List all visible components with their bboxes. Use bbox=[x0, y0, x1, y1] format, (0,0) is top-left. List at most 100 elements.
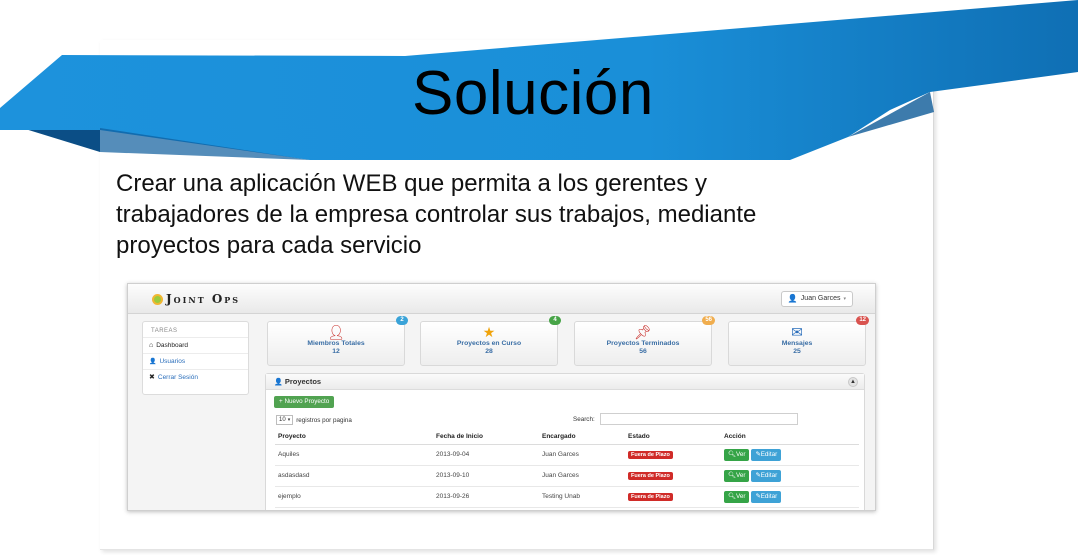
search-input[interactable] bbox=[600, 413, 798, 425]
page-length-select[interactable]: 10 ▾ bbox=[276, 415, 294, 425]
user-menu-dropdown[interactable]: 👤 Juan Garces ▾ bbox=[780, 291, 853, 307]
new-project-label: Nuevo Proyecto bbox=[284, 398, 330, 405]
cell-estado: Fuera de Plazo bbox=[625, 486, 721, 508]
logo-mark-icon bbox=[152, 293, 163, 305]
sidebar-item-label: Usuarios bbox=[159, 357, 186, 365]
edit-button[interactable]: ✎Editar bbox=[751, 448, 782, 461]
search-icon: 🔍︎ bbox=[728, 492, 736, 500]
slide-title: Solución bbox=[412, 59, 654, 128]
column-header[interactable]: Proyecto bbox=[275, 430, 433, 445]
stat-value: 28 bbox=[485, 348, 493, 355]
stat-value: 56 bbox=[639, 348, 647, 355]
stat-badge: 2 bbox=[396, 316, 408, 325]
status-badge: Fuera de Plazo bbox=[628, 472, 673, 480]
slide-body-text: Crear una aplicación WEB que permita a l… bbox=[116, 170, 757, 259]
cell-encargado: Juan Garces bbox=[539, 465, 625, 487]
view-button-label: Ver bbox=[736, 450, 746, 458]
sidebar-item-label: Dashboard bbox=[156, 341, 189, 349]
stat-label: Mensajes bbox=[781, 340, 813, 347]
status-badge: Fuera de Plazo bbox=[628, 451, 673, 459]
home-icon: ⌂ bbox=[149, 341, 154, 349]
star-icon: ★ bbox=[482, 324, 496, 340]
cell-proyecto: asdasdasd bbox=[275, 465, 433, 487]
table-header-row: Proyecto Fecha de Inicio Encargado Estad… bbox=[275, 430, 859, 445]
status-badge: Fuera de Plazo bbox=[628, 493, 673, 501]
cell-encargado: Testing Unab bbox=[539, 486, 625, 508]
cell-estado: Fuera de Plazo bbox=[625, 465, 721, 487]
panel-title: Proyectos bbox=[284, 377, 322, 386]
sidebar-item-label: Cerrar Sesión bbox=[157, 373, 198, 381]
sidebar-heading: TAREAS bbox=[151, 328, 178, 334]
panel-header: 👤 Proyectos ▲ bbox=[266, 374, 864, 390]
edit-button-label: Editar bbox=[760, 471, 778, 479]
projects-table: Proyecto Fecha de Inicio Encargado Estad… bbox=[275, 430, 859, 508]
sidebar: TAREAS ⌂ Dashboard 👤 Usuarios ✖ Cerrar S… bbox=[142, 321, 249, 395]
cell-estado: Fuera de Plazo bbox=[625, 444, 721, 466]
sidebar-item-dashboard[interactable]: ⌂ Dashboard bbox=[143, 337, 248, 353]
plus-icon: + bbox=[279, 398, 283, 405]
column-header[interactable]: Acción bbox=[721, 430, 859, 445]
view-button-label: Ver bbox=[736, 471, 746, 479]
user-icon: 👤︎ bbox=[327, 324, 345, 340]
user-menu-label: Juan Garces bbox=[800, 295, 841, 302]
chevron-up-icon[interactable]: ▲ bbox=[848, 377, 858, 387]
cell-fecha: 2013-09-26 bbox=[433, 486, 539, 508]
edit-button[interactable]: ✎Editar bbox=[751, 490, 782, 503]
cell-fecha: 2013-09-04 bbox=[433, 444, 539, 466]
search-label: Search: bbox=[573, 416, 595, 423]
edit-button-label: Editar bbox=[760, 450, 778, 458]
edit-button-label: Editar bbox=[760, 492, 778, 500]
stat-label: Proyectos en Curso bbox=[456, 340, 522, 347]
sidebar-item-cerrar-sesion[interactable]: ✖ Cerrar Sesión bbox=[143, 369, 248, 385]
page-length-suffix: registros por pagina bbox=[296, 416, 352, 424]
view-button[interactable]: 🔍︎Ver bbox=[724, 448, 750, 461]
envelope-icon: ✉ bbox=[791, 324, 803, 340]
logo-text: Joint Ops bbox=[166, 292, 241, 306]
stat-badge: 56 bbox=[702, 316, 715, 325]
edit-button[interactable]: ✎Editar bbox=[751, 469, 782, 482]
cell-accion: 🔍︎Ver ✎Editar bbox=[721, 486, 859, 508]
user-icon: 👤 bbox=[274, 379, 283, 386]
user-icon: 👤 bbox=[787, 294, 798, 303]
stat-label: Proyectos Terminados bbox=[606, 340, 680, 347]
stat-badge: 12 bbox=[856, 316, 869, 325]
search-icon: 🔍︎ bbox=[728, 471, 736, 479]
page-length-control: 10 ▾ registros por pagina bbox=[276, 415, 352, 425]
projects-panel: 👤 Proyectos ▲ + Nuevo Proyecto 10 ▾ regi… bbox=[265, 373, 865, 510]
caret-down-icon: ▾ bbox=[287, 417, 291, 423]
sidebar-item-usuarios[interactable]: 👤 Usuarios bbox=[143, 353, 248, 369]
column-header[interactable]: Fecha de Inicio bbox=[433, 430, 539, 445]
stat-badge: 4 bbox=[549, 316, 561, 325]
table-row: Aquiles 2013-09-04 Juan Garces Fuera de … bbox=[275, 444, 859, 466]
close-icon: ✖ bbox=[149, 373, 155, 381]
cell-proyecto: ejemplo bbox=[275, 486, 433, 508]
cell-proyecto: Aquiles bbox=[275, 444, 433, 466]
stat-value: 12 bbox=[332, 348, 340, 355]
view-button[interactable]: 🔍︎Ver bbox=[724, 469, 750, 482]
search-icon: 🔍︎ bbox=[728, 450, 736, 458]
pin-icon: 📌︎ bbox=[634, 324, 652, 340]
new-project-button[interactable]: + Nuevo Proyecto bbox=[274, 396, 335, 408]
stat-label: Miembros Totales bbox=[307, 340, 365, 347]
column-header[interactable]: Estado bbox=[625, 430, 721, 445]
table-row: ejemplo 2013-09-26 Testing Unab Fuera de… bbox=[275, 486, 859, 508]
stat-proyectos-en-curso[interactable]: 4 ★ Proyectos en Curso 28 bbox=[420, 316, 561, 366]
column-header[interactable]: Encargado bbox=[539, 430, 625, 445]
table-row: asdasdasd 2013-09-10 Juan Garces Fuera d… bbox=[275, 465, 859, 487]
cell-fecha: 2013-09-10 bbox=[433, 465, 539, 487]
user-icon: 👤 bbox=[149, 358, 157, 365]
view-button-label: Ver bbox=[736, 492, 746, 500]
stat-proyectos-terminados[interactable]: 56 📌︎ Proyectos Terminados 56 bbox=[574, 316, 715, 366]
view-button[interactable]: 🔍︎Ver bbox=[724, 490, 750, 503]
caret-down-icon: ▾ bbox=[843, 296, 846, 302]
app-logo[interactable]: Joint Ops bbox=[152, 292, 240, 306]
cell-encargado: Juan Garces bbox=[539, 444, 625, 466]
stat-mensajes[interactable]: 12 ✉ Mensajes 25 bbox=[728, 316, 869, 366]
app-screenshot: Joint Ops 👤 Juan Garces ▾ TAREAS ⌂ Dashb… bbox=[127, 283, 876, 511]
stat-miembros-totales[interactable]: 2 👤︎ Miembros Totales 12 bbox=[267, 316, 408, 366]
cell-accion: 🔍︎Ver ✎Editar bbox=[721, 465, 859, 487]
page-length-value: 10 bbox=[279, 417, 286, 423]
stat-value: 25 bbox=[793, 348, 801, 355]
cell-accion: 🔍︎Ver ✎Editar bbox=[721, 444, 859, 466]
app-header: Joint Ops 👤 Juan Garces ▾ bbox=[128, 284, 875, 314]
